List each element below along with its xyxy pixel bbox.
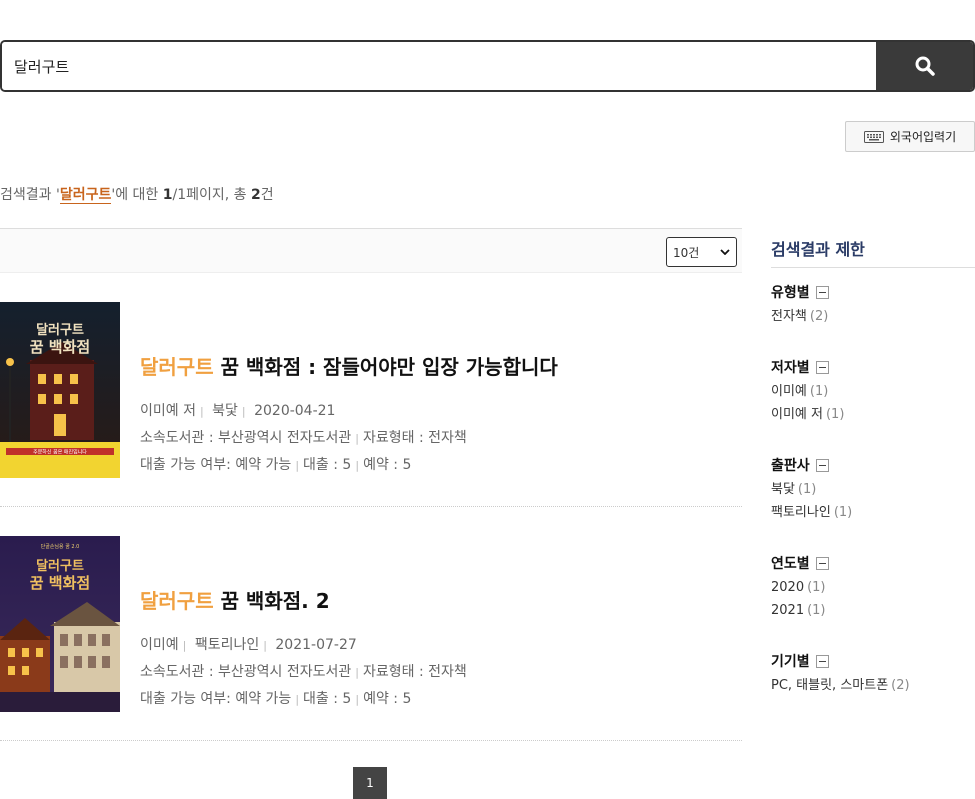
search-results-page: 외국어입력기 검색결과 '달러구트'에 대한 1/1페이지, 총 2건 10건 <box>0 0 975 799</box>
collapse-toggle-icon[interactable] <box>815 654 829 668</box>
result-meta: 이미예 저 | 북닻 | 2020-04-21 소속도서관 : 부산광역시 전자도서… <box>140 403 467 473</box>
facet-item[interactable]: 북닻 (1) <box>771 481 975 498</box>
result-item: 단골손님용 꿈 2.0 달러구트 꿈 백화점 달러구트 꿈 백화점. 2 이미예… <box>0 507 742 741</box>
result-title[interactable]: 달러구트 꿈 백화점 : 잠들어야만 입장 가능합니다 <box>140 351 558 380</box>
summary-suffix: 건 <box>260 187 274 203</box>
facet-group-name: 유형별 <box>771 285 810 301</box>
collapse-toggle-icon[interactable] <box>815 458 829 472</box>
facet-item[interactable]: 2020 (1) <box>771 579 975 596</box>
result-loans: 대출 : 5 <box>303 691 352 707</box>
title-highlight: 달러구트 <box>140 589 214 613</box>
book-cover[interactable]: 주문하신 꿈은 매진입니다 달러구트 꿈 백화점 <box>0 302 120 478</box>
summary-page-rest: /1페이지, 총 <box>172 187 251 203</box>
foreign-keyboard-label: 외국어입력기 <box>889 130 957 144</box>
result-summary: 검색결과 '달러구트'에 대한 1/1페이지, 총 2건 <box>0 184 274 204</box>
result-loans: 대출 : 5 <box>303 457 352 473</box>
facet-group-name: 연도별 <box>771 556 810 572</box>
result-author: 이미예 저 <box>140 403 196 419</box>
facet-item-label: 북닻 <box>771 482 795 497</box>
facet-item[interactable]: 2021 (1) <box>771 602 975 619</box>
facet-item-count: (1) <box>825 407 845 422</box>
keyboard-icon <box>863 130 884 143</box>
facet-group-name: 기기별 <box>771 654 810 670</box>
facet-title: 검색결과 제한 <box>771 228 975 268</box>
facet-item-label: 이미예 저 <box>771 407 823 422</box>
collapse-toggle-icon[interactable] <box>815 360 829 374</box>
facet-item-label: 전자책 <box>771 309 807 324</box>
result-date: 2021-07-27 <box>275 637 357 653</box>
result-title[interactable]: 달러구트 꿈 백화점. 2 <box>140 585 467 614</box>
title-highlight: 달러구트 <box>140 355 214 379</box>
result-availability: 대출 가능 여부: 예약 가능 <box>140 457 292 473</box>
cover-top-text: 단골손님용 꿈 2.0 <box>41 543 80 550</box>
per-page-select[interactable]: 10건 <box>666 237 737 267</box>
search-icon <box>915 56 935 76</box>
summary-prefix: 검색결과 ' <box>0 187 60 203</box>
facet-item[interactable]: 이미예 (1) <box>771 383 975 400</box>
facet-item-label: 2020 <box>771 580 805 595</box>
result-library: 소속도서관 : 부산광역시 전자도서관 <box>140 430 352 446</box>
result-item: 주문하신 꿈은 매진입니다 달러구트 꿈 백화점 달러구트 꿈 백화점 : 잠들… <box>0 273 742 507</box>
facet-item-count: (1) <box>807 580 826 595</box>
facet-item-label: 이미예 <box>771 384 807 399</box>
result-date: 2020-04-21 <box>254 403 336 419</box>
cover-title-line1: 달러구트 <box>36 558 84 574</box>
facet-item-count: (1) <box>797 482 817 497</box>
result-format: 자료형태 : 전자책 <box>363 664 467 680</box>
result-info: 달러구트 꿈 백화점 : 잠들어야만 입장 가능합니다 이미예 저 | 북닻 | 2… <box>140 351 558 479</box>
result-library: 소속도서관 : 부산광역시 전자도서관 <box>140 664 352 680</box>
summary-total: 2 <box>251 187 261 203</box>
facet-item-label: 2021 <box>771 603 805 618</box>
result-publisher: 팩토리나인 <box>194 637 260 653</box>
facet-group-type: 유형별 전자책 (2) <box>771 282 975 325</box>
result-author: 이미예 <box>140 637 179 653</box>
foreign-keyboard-button[interactable]: 외국어입력기 <box>845 121 975 152</box>
collapse-toggle-icon[interactable] <box>815 556 829 570</box>
search-input[interactable] <box>2 42 876 90</box>
facet-item[interactable]: PC, 태블릿, 스마트폰 (2) <box>771 677 975 694</box>
per-page-value: 10건 <box>673 245 700 260</box>
summary-mid: '에 대한 <box>111 187 163 203</box>
chevron-down-icon <box>720 249 730 255</box>
pagination-page-1[interactable]: 1 <box>353 767 387 799</box>
search-button[interactable] <box>876 42 973 90</box>
facet-item-count: (2) <box>809 309 829 324</box>
result-info: 달러구트 꿈 백화점. 2 이미예 | 팩토리나인 | 2021-07-27 소속도… <box>140 585 467 713</box>
facet-item-label: PC, 태블릿, 스마트폰 <box>771 678 889 693</box>
cover-title-line2: 꿈 백화점 <box>30 338 90 356</box>
book-cover[interactable]: 단골손님용 꿈 2.0 달러구트 꿈 백화점 <box>0 536 120 712</box>
facet-item[interactable]: 이미예 저 (1) <box>771 406 975 423</box>
result-publisher: 북닻 <box>212 403 238 419</box>
search-bar <box>0 40 975 92</box>
cover-title-line2: 꿈 백화점 <box>30 574 90 592</box>
facet-group-name: 저자별 <box>771 360 810 376</box>
cover-title-line1: 달러구트 <box>36 322 84 338</box>
summary-keyword: 달러구트 <box>59 187 112 204</box>
facet-item-count: (1) <box>809 384 829 399</box>
facet-item[interactable]: 팩토리나인 (1) <box>771 504 975 521</box>
facet-item-count: (1) <box>833 505 853 520</box>
facet-group-device: 기기별 PC, 태블릿, 스마트폰 (2) <box>771 651 975 694</box>
result-list: 10건 주문하신 꿈은 매진입니다 달러구트 꿈 백화점 달러구트 꿈 백화점 … <box>0 228 742 741</box>
facet-sidebar: 검색결과 제한 유형별 전자책 (2) 저자별 이미예 (1) 이미예 저 (1) 출… <box>771 228 975 694</box>
cover-top-text: 주문하신 꿈은 매진입니다 <box>33 449 87 456</box>
facet-item[interactable]: 전자책 (2) <box>771 308 975 325</box>
collapse-toggle-icon[interactable] <box>815 285 829 299</box>
facet-item-label: 팩토리나인 <box>771 505 831 520</box>
facet-item-count: (1) <box>807 603 826 618</box>
title-rest: 꿈 백화점 : 잠들어야만 입장 가능합니다 <box>213 355 558 379</box>
title-rest: 꿈 백화점. 2 <box>213 589 330 613</box>
facet-group-publisher: 출판사 북닻 (1) 팩토리나인 (1) <box>771 455 975 521</box>
result-meta: 이미예 | 팩토리나인 | 2021-07-27 소속도서관 : 부산광역시 전자도… <box>140 637 467 707</box>
result-reservations: 예약 : 5 <box>363 457 412 473</box>
summary-page: 1 <box>162 187 173 203</box>
facet-group-year: 연도별 2020 (1) 2021 (1) <box>771 553 975 619</box>
result-reservations: 예약 : 5 <box>363 691 412 707</box>
list-toolbar: 10건 <box>0 228 742 273</box>
facet-item-count: (2) <box>891 678 910 693</box>
facet-group-author: 저자별 이미예 (1) 이미예 저 (1) <box>771 357 975 423</box>
result-format: 자료형태 : 전자책 <box>363 430 467 446</box>
result-availability: 대출 가능 여부: 예약 가능 <box>140 691 292 707</box>
facet-group-name: 출판사 <box>771 458 810 474</box>
